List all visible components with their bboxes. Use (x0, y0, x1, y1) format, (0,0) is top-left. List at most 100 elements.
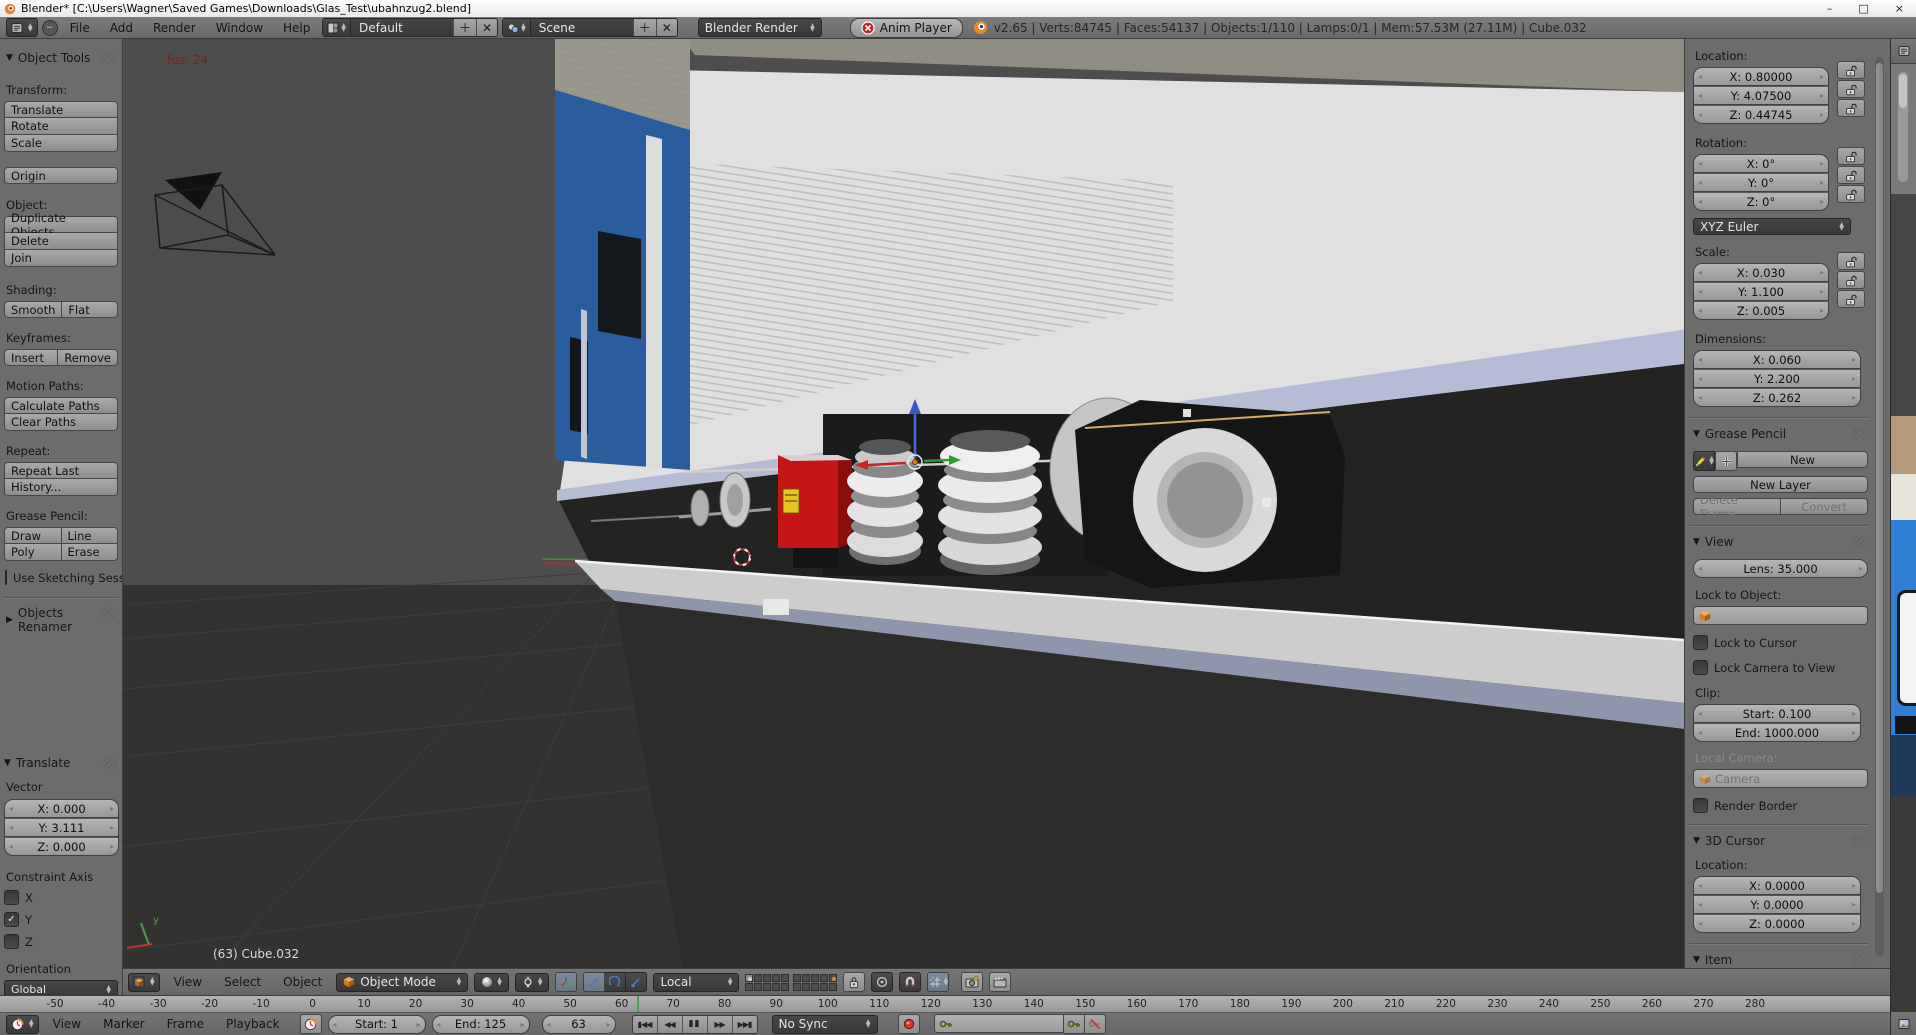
delete-scene-button[interactable]: ✕ (656, 19, 677, 36)
layer-cell[interactable] (763, 974, 771, 982)
layer-cell[interactable] (745, 974, 753, 982)
menu-view[interactable]: View (166, 975, 210, 989)
panel-drag-corner[interactable] (102, 607, 116, 619)
lock-location-y-button[interactable] (1837, 80, 1865, 98)
layer-cell[interactable] (802, 983, 810, 991)
clip-start-field[interactable]: ◂Start: 0.100▸ (1693, 704, 1861, 723)
flat-button[interactable]: Flat (62, 301, 118, 318)
lens-field[interactable]: ◂Lens: 35.000▸ (1693, 559, 1868, 578)
frame-end-field[interactable]: ◂End: 125▸ (432, 1015, 530, 1034)
rotation-mode-select[interactable]: XYZ Euler▲▼ (1693, 218, 1851, 235)
panel-drag-corner[interactable] (1852, 536, 1866, 548)
scale-button[interactable]: Scale (4, 135, 118, 152)
close-button[interactable]: × (1895, 2, 1904, 15)
render-opengl-button[interactable] (961, 972, 983, 992)
gp-delete-frame-button[interactable]: Delete Frame (1693, 498, 1781, 515)
view-panel-header[interactable]: ▼ View (1693, 535, 1868, 549)
constraint-x-checkbox[interactable] (4, 890, 19, 905)
lock-rotation-y-button[interactable] (1837, 166, 1865, 184)
menu-file[interactable]: File (62, 21, 98, 35)
menu-frame[interactable]: Frame (159, 1017, 212, 1031)
translate-panel-header[interactable]: ▼ Translate (4, 756, 119, 770)
layer-cell[interactable] (793, 983, 801, 991)
vector-y-field[interactable]: ◂Y: 3.111▸ (4, 818, 119, 837)
gp-datablock-select[interactable]: ▲▼ (1693, 451, 1715, 471)
vector-z-field[interactable]: ◂Z: 0.000▸ (4, 837, 119, 856)
current-frame-field[interactable]: ◂63▸ (542, 1015, 616, 1034)
side-editor-sliver[interactable] (1890, 39, 1916, 1035)
frame-start-field[interactable]: ◂Start: 1▸ (328, 1015, 426, 1034)
vector-x-field[interactable]: ◂X: 0.000▸ (4, 799, 119, 818)
cursor-x-field[interactable]: ◂X: 0.0000▸ (1693, 876, 1861, 895)
location-z-field[interactable]: ◂Z: 0.44745▸ (1693, 105, 1829, 124)
add-scene-button[interactable]: ＋ (633, 19, 656, 36)
screen-layout-name[interactable]: Default (351, 19, 453, 36)
layer-cell[interactable] (772, 974, 780, 982)
air-spring-right[interactable] (938, 430, 1042, 575)
menu-select[interactable]: Select (216, 975, 269, 989)
gp-convert-button[interactable]: Convert (1781, 498, 1868, 515)
scene-selector[interactable]: ▲▼ (503, 19, 531, 36)
layer-cell[interactable] (793, 974, 801, 982)
anim-player-button[interactable]: Anim Player (850, 18, 963, 38)
local-camera-field[interactable]: Camera (1693, 769, 1868, 788)
cursor-panel-header[interactable]: ▼ 3D Cursor (1693, 834, 1868, 848)
scale-z-field[interactable]: ◂Z: 0.005▸ (1693, 301, 1829, 320)
lock-rotation-x-button[interactable] (1837, 147, 1865, 165)
keying-set-field[interactable] (934, 1014, 1064, 1033)
history-button[interactable]: History... (4, 479, 118, 496)
gp-new-layer-button[interactable]: New Layer (1693, 476, 1868, 493)
scale-y-field[interactable]: ◂Y: 1.100▸ (1693, 282, 1829, 301)
preview-range-button[interactable] (300, 1014, 322, 1034)
layer-cell[interactable] (781, 983, 789, 991)
gp-draw-button[interactable]: Draw (4, 527, 62, 544)
dimensions-y-field[interactable]: ◂Y: 2.200▸ (1693, 369, 1861, 388)
lock-rotation-z-button[interactable] (1837, 185, 1865, 203)
layer-cell[interactable] (820, 974, 828, 982)
auto-keyframe-record-button[interactable] (898, 1014, 920, 1034)
panel-drag-corner[interactable] (103, 757, 117, 769)
delete-button[interactable]: Delete (4, 233, 118, 250)
layer-cell[interactable] (802, 974, 810, 982)
jump-to-end-button[interactable]: ▶▶▮ (732, 1016, 757, 1033)
layer-cell[interactable] (829, 983, 837, 991)
rotation-y-field[interactable]: ◂Y: 0°▸ (1693, 173, 1829, 192)
scale-x-field[interactable]: ◂X: 0.030▸ (1693, 263, 1829, 282)
viewport-3d[interactable]: fps: 24 (63) Cube.032 y (123, 39, 1684, 968)
menu-add[interactable]: Add (102, 21, 141, 35)
clear-paths-button[interactable]: Clear Paths (4, 414, 118, 431)
render-engine-select[interactable]: Blender Render ▲▼ (698, 18, 822, 37)
sliver-scrollbar[interactable] (1898, 72, 1908, 182)
lock-scale-z-button[interactable] (1837, 290, 1865, 308)
add-layout-button[interactable]: ＋ (453, 19, 476, 36)
pause-button[interactable]: ▮▮ (682, 1016, 707, 1033)
panel-scrollbar[interactable] (1875, 57, 1884, 957)
menu-window[interactable]: Window (208, 21, 271, 35)
gp-new-button[interactable]: New (1737, 451, 1868, 468)
layer-cell[interactable] (772, 983, 780, 991)
objects-renamer-panel-header[interactable]: ▶ Objects Renamer (6, 606, 118, 634)
dimensions-z-field[interactable]: ◂Z: 0.262▸ (1693, 388, 1861, 407)
translate-button[interactable]: Translate (4, 101, 118, 118)
dimensions-x-field[interactable]: ◂X: 0.060▸ (1693, 350, 1861, 369)
cursor-y-field[interactable]: ◂Y: 0.0000▸ (1693, 895, 1861, 914)
editor-type-selector[interactable]: ▲▼ (128, 973, 160, 992)
object-tools-panel-header[interactable]: ▼ Object Tools (6, 51, 118, 65)
menu-view[interactable]: View (45, 1017, 89, 1031)
join-button[interactable]: Join (4, 250, 118, 267)
layer-grid-1[interactable] (745, 974, 789, 991)
menu-object[interactable]: Object (275, 975, 330, 989)
manipulator-y-axis[interactable] (924, 460, 949, 461)
repeat-last-button[interactable]: Repeat Last (4, 462, 118, 479)
bogie-frame[interactable] (1075, 400, 1345, 588)
grease-pencil-panel-header[interactable]: ▼ Grease Pencil (1693, 427, 1868, 441)
layer-cell[interactable] (745, 983, 753, 991)
timeline-ruler[interactable]: -50-40-30-20-100102030405060708090100110… (0, 995, 1890, 1012)
remove-keyframe-button[interactable]: Remove (58, 349, 118, 366)
panel-drag-corner[interactable] (102, 52, 116, 64)
transform-orientation-select[interactable]: Local ▲▼ (653, 973, 739, 992)
layer-cell[interactable] (754, 974, 762, 982)
use-sketching-checkbox[interactable] (5, 570, 7, 585)
lock-scale-x-button[interactable] (1837, 252, 1865, 270)
lock-scale-y-button[interactable] (1837, 271, 1865, 289)
